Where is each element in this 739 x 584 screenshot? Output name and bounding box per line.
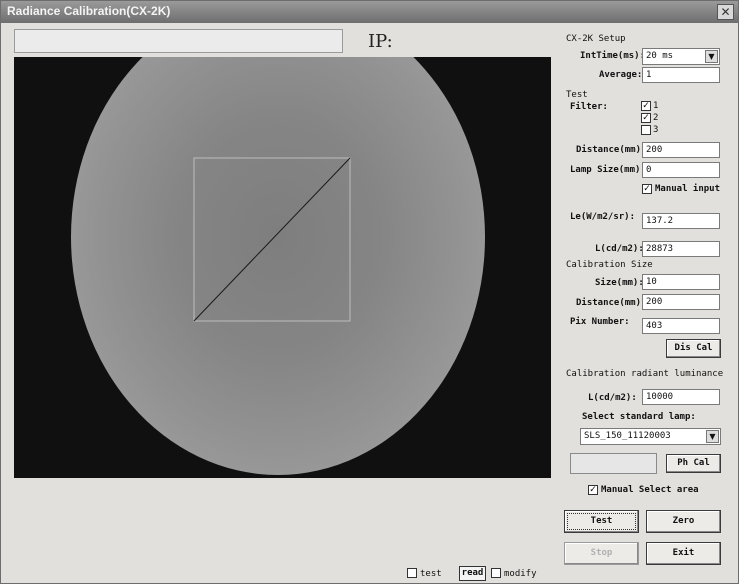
cal-distance-input[interactable]: 200 xyxy=(642,294,720,310)
radiant-section-label: Calibration radiant luminance xyxy=(566,369,724,379)
pix-number-label: Pix Number: xyxy=(570,317,630,327)
setup-section-label: CX-2K Setup xyxy=(566,34,626,44)
le-label: Le(W/m2/sr): xyxy=(570,212,636,222)
cal-size-input[interactable]: 10 xyxy=(642,274,720,290)
test-distance-input[interactable]: 200 xyxy=(642,142,720,158)
filter-label: Filter: xyxy=(570,102,608,112)
filter-3-label: 3 xyxy=(653,125,659,135)
manual-input-checkbox[interactable]: ✓ xyxy=(642,184,652,194)
window-title: Radiance Calibration(CX-2K) xyxy=(7,4,171,18)
modify-checkbox[interactable] xyxy=(491,568,501,578)
test-l-input[interactable]: 28873 xyxy=(642,241,720,257)
average-input[interactable]: 1 xyxy=(642,67,720,83)
manual-select-label: Manual Select area xyxy=(601,485,699,495)
inttime-select[interactable]: 20 ms ▼ xyxy=(642,48,720,65)
filter-1-checkbox[interactable]: ✓ xyxy=(641,101,651,111)
calibration-window: Radiance Calibration(CX-2K) ✕ IP: CX-2K … xyxy=(0,0,739,584)
chevron-down-icon[interactable]: ▼ xyxy=(705,50,718,63)
le-input[interactable]: 137.2 xyxy=(642,213,720,229)
test-mode-label: test xyxy=(420,569,442,579)
manual-input-label: Manual input xyxy=(655,184,721,194)
exit-button[interactable]: Exit xyxy=(646,542,721,565)
lamp-select[interactable]: SLS_150_11120003 ▼ xyxy=(580,428,721,445)
path-field[interactable] xyxy=(14,29,343,53)
test-distance-label: Distance(mm): xyxy=(576,145,647,155)
lamp-select-value: SLS_150_11120003 xyxy=(584,431,671,441)
dis-cal-button[interactable]: Dis Cal xyxy=(666,339,721,358)
radiant-l-label: L(cd/m2): xyxy=(588,393,637,403)
select-lamp-label: Select standard lamp: xyxy=(582,412,696,422)
filter-3-checkbox[interactable] xyxy=(641,125,651,135)
close-icon: ✕ xyxy=(720,5,731,19)
average-label: Average: xyxy=(599,70,643,80)
test-section-label: Test xyxy=(566,90,588,100)
filter-2-checkbox[interactable]: ✓ xyxy=(641,113,651,123)
stop-button[interactable]: Stop xyxy=(564,542,639,565)
preview-canvas xyxy=(14,57,551,478)
calibration-size-section-label: Calibration Size xyxy=(566,260,653,270)
read-mode-button[interactable]: read xyxy=(459,566,486,581)
ph-cal-button[interactable]: Ph Cal xyxy=(666,454,721,473)
inttime-value: 20 ms xyxy=(646,51,674,61)
filter-1-label: 1 xyxy=(653,101,659,111)
test-mode-checkbox[interactable] xyxy=(407,568,417,578)
test-l-label: L(cd/m2): xyxy=(595,244,644,254)
modify-label: modify xyxy=(504,569,537,579)
radiant-l-input[interactable]: 10000 xyxy=(642,389,720,405)
manual-select-checkbox[interactable]: ✓ xyxy=(588,485,598,495)
lamp-size-input[interactable]: 0 xyxy=(642,162,720,178)
cal-distance-label: Distance(mm): xyxy=(576,298,647,308)
test-button[interactable]: Test xyxy=(564,510,639,533)
ip-label: IP: xyxy=(368,31,393,52)
image-preview[interactable] xyxy=(14,57,551,478)
inttime-label: IntTime(ms): xyxy=(580,51,646,61)
pix-number-input[interactable]: 403 xyxy=(642,318,720,334)
close-button[interactable]: ✕ xyxy=(717,4,734,20)
zero-button[interactable]: Zero xyxy=(646,510,721,533)
lamp-size-label: Lamp Size(mm): xyxy=(570,165,646,175)
cal-size-label: Size(mm): xyxy=(595,278,644,288)
status-indicator xyxy=(570,453,657,474)
filter-2-label: 2 xyxy=(653,113,659,123)
chevron-down-icon[interactable]: ▼ xyxy=(706,430,719,443)
title-bar[interactable]: Radiance Calibration(CX-2K) ✕ xyxy=(1,1,738,23)
